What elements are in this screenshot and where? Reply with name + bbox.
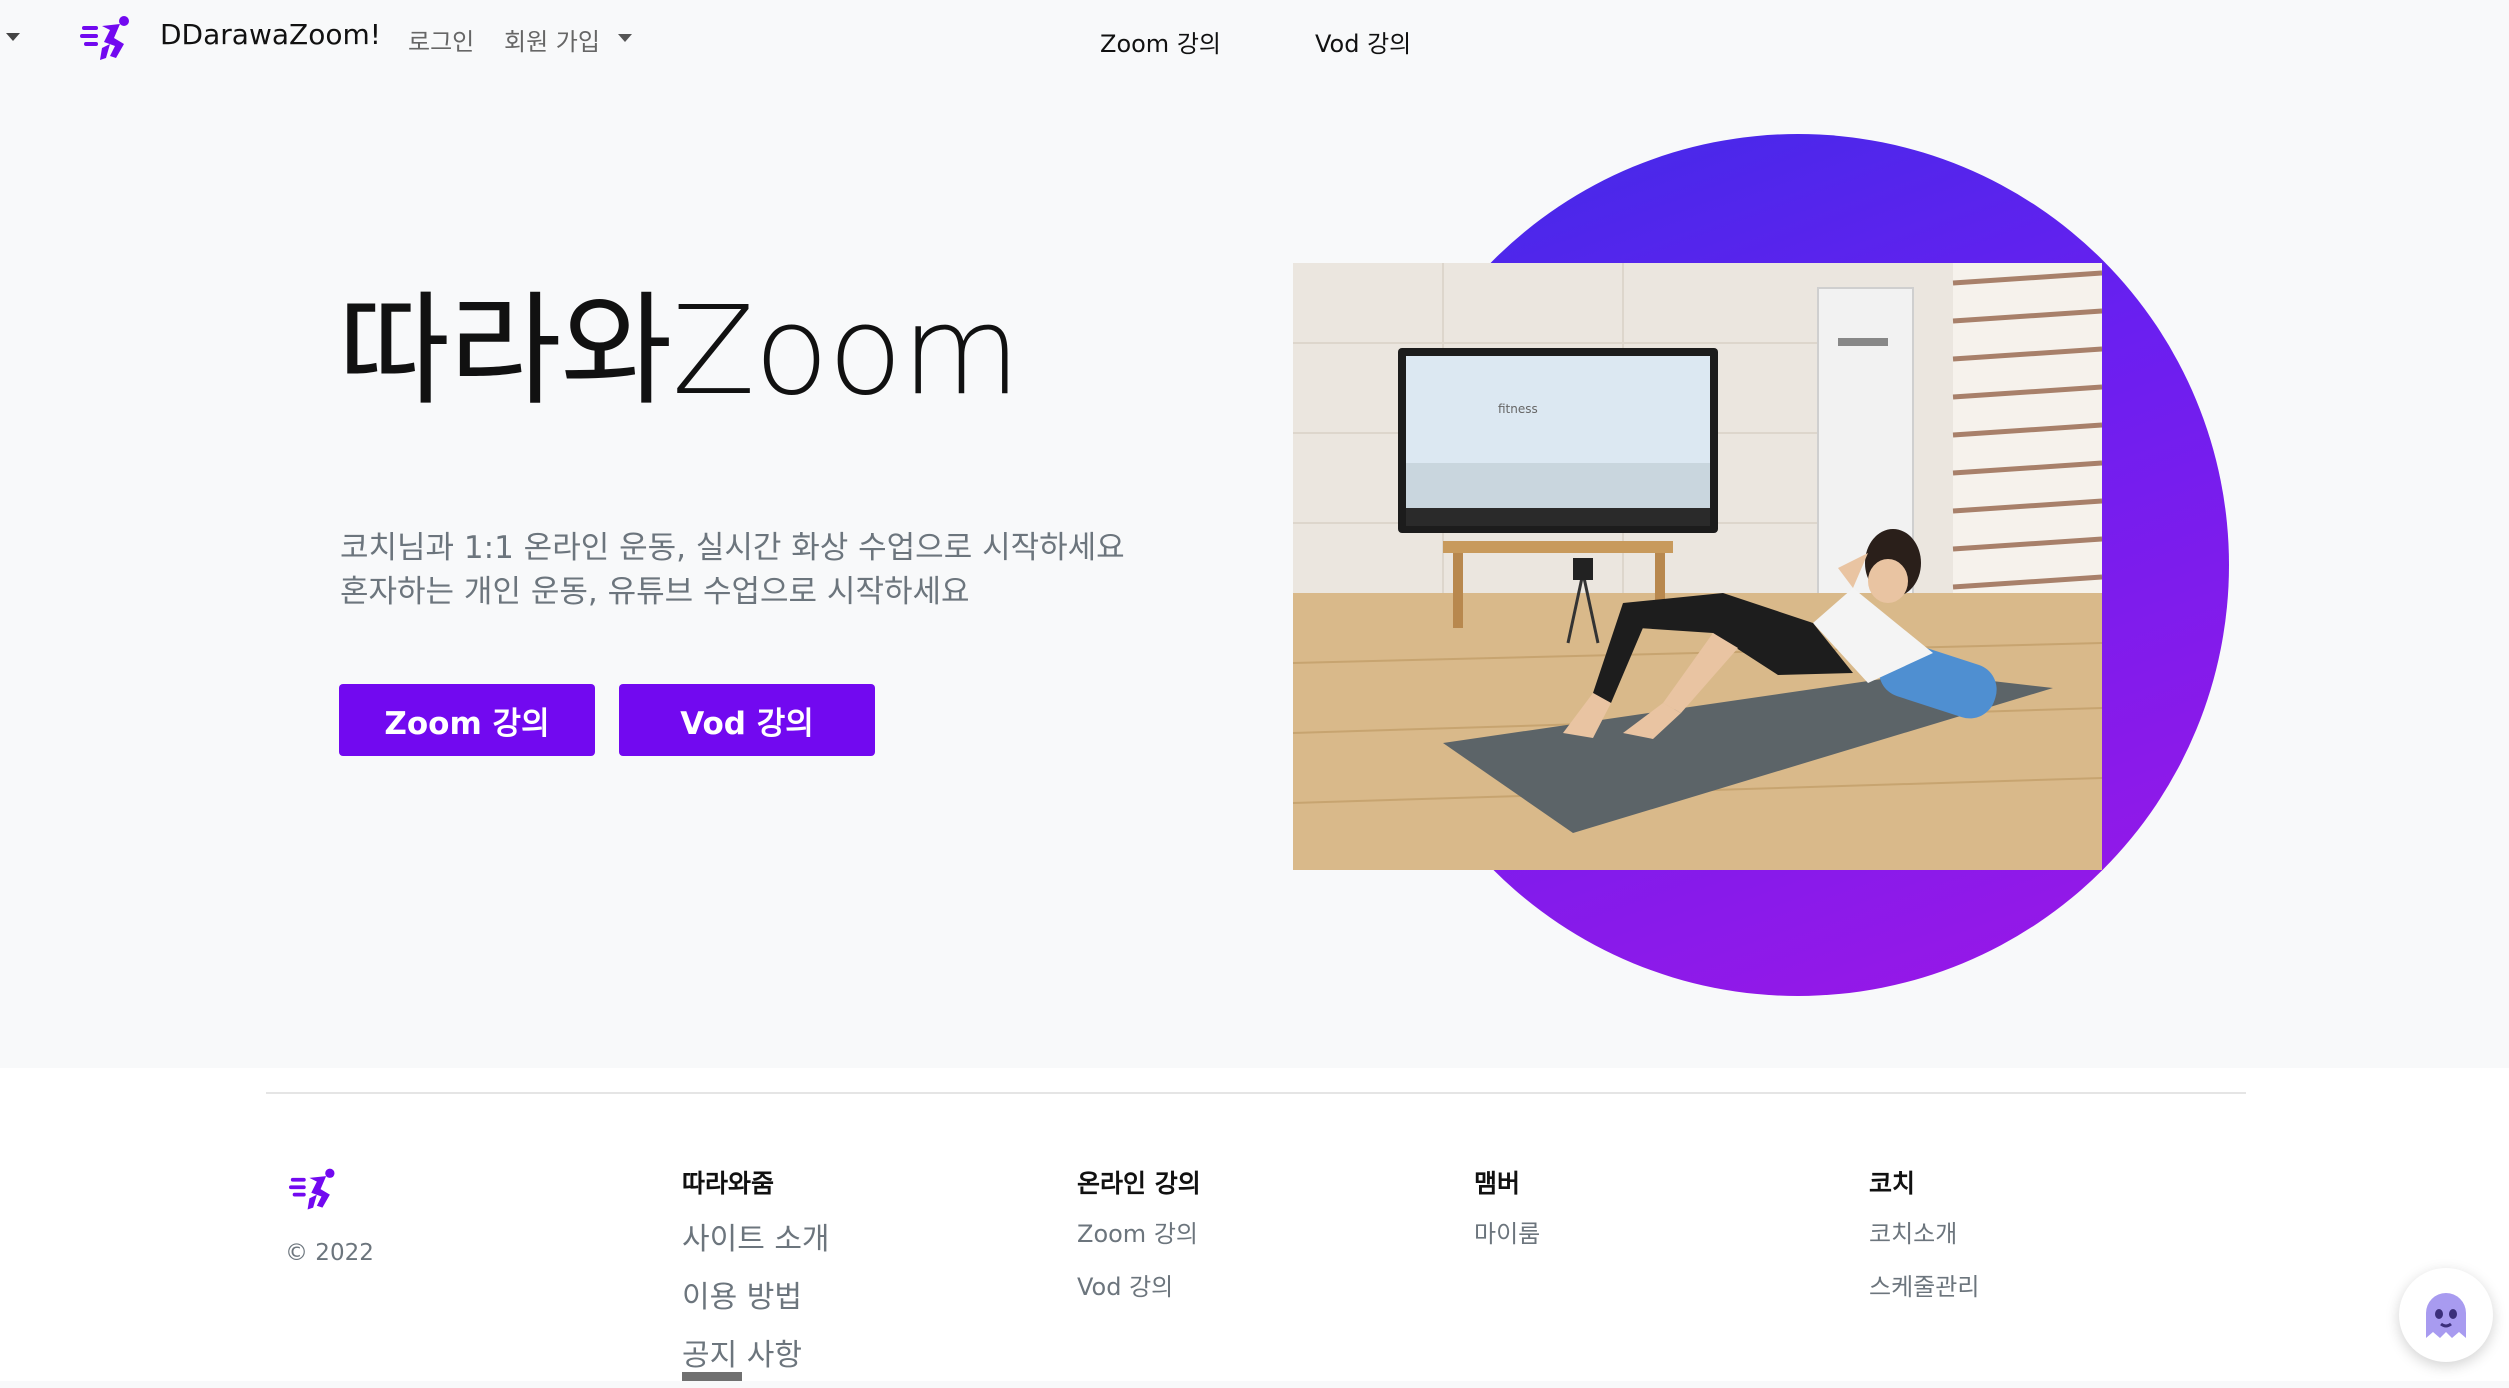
footer-col-title: 온라인 강의 (1077, 1169, 1201, 1198)
footer-link-howto[interactable]: 이용 방법 (682, 1272, 830, 1316)
brand-name[interactable]: DDarawaZoom! (160, 18, 381, 51)
hero-subtitle-1: 코치님과 1:1 온라인 운동, 실시간 화상 수업으로 시작하세요 (340, 530, 1125, 566)
hero-photo: fitness (1293, 263, 2102, 870)
navbar: DDarawaZoom! 로그인 회원 가입 Zoom 강의 Vod 강의 (0, 0, 2509, 76)
footer-divider (266, 1092, 2246, 1094)
chatbot-ghost-icon (2426, 1293, 2466, 1338)
footer-link-myroom[interactable]: 마이룸 (1474, 1214, 1540, 1249)
login-link[interactable]: 로그인 (408, 22, 474, 57)
hero-subtitle-2: 혼자하는 개인 운동, 유튜브 수업으로 시작하세요 (340, 574, 970, 610)
footer-link-zoom[interactable]: Zoom 강의 (1077, 1214, 1201, 1249)
footer-col-title: 따라와줌 (682, 1169, 775, 1198)
footer-col-title: 코치 (1869, 1169, 1916, 1198)
footer-link-about[interactable]: 사이트 소개 (682, 1214, 830, 1258)
running-man-icon[interactable] (289, 1166, 341, 1214)
tv-screen-text: fitness (1498, 402, 1538, 416)
footer-link-vod[interactable]: Vod 강의 (1077, 1267, 1201, 1302)
chatbot-button[interactable] (2399, 1268, 2493, 1362)
footer-col-courses: 온라인 강의 Zoom 강의 Vod 강의 (1077, 1164, 1201, 1320)
footer: © 2022 따라와줌 사이트 소개 이용 방법 공지 사항 온라인 강의 Zo… (0, 1068, 2509, 1381)
hero-title: 따라와Zoom (338, 280, 1020, 422)
footer-link-schedule[interactable]: 스케줄관리 (1869, 1267, 1979, 1302)
copyright: © 2022 (285, 1240, 374, 1266)
nav-zoom-course[interactable]: Zoom 강의 (1100, 24, 1221, 59)
vod-course-button[interactable]: Vod 강의 (619, 684, 875, 756)
footer-link-notice[interactable]: 공지 사항 (682, 1330, 830, 1374)
chevron-down-icon[interactable] (6, 33, 20, 41)
signup-dropdown[interactable]: 회원 가입 (504, 22, 600, 57)
footer-col-coach: 코치 코치소개 스케줄관리 (1869, 1164, 1979, 1320)
footer-col-title: 맴버 (1474, 1169, 1521, 1198)
nav-vod-course[interactable]: Vod 강의 (1315, 24, 1411, 59)
zoom-course-button[interactable]: Zoom 강의 (339, 684, 595, 756)
footer-link-coach-intro[interactable]: 코치소개 (1869, 1214, 1979, 1249)
running-man-icon[interactable] (80, 14, 136, 64)
cut-off-link (682, 1372, 742, 1381)
chevron-down-icon[interactable] (618, 34, 632, 42)
footer-col-member: 맴버 마이룸 (1474, 1164, 1540, 1267)
fitness-photo-illustration: fitness (1293, 263, 2102, 870)
footer-col-site: 따라와줌 사이트 소개 이용 방법 공지 사항 (682, 1164, 830, 1388)
